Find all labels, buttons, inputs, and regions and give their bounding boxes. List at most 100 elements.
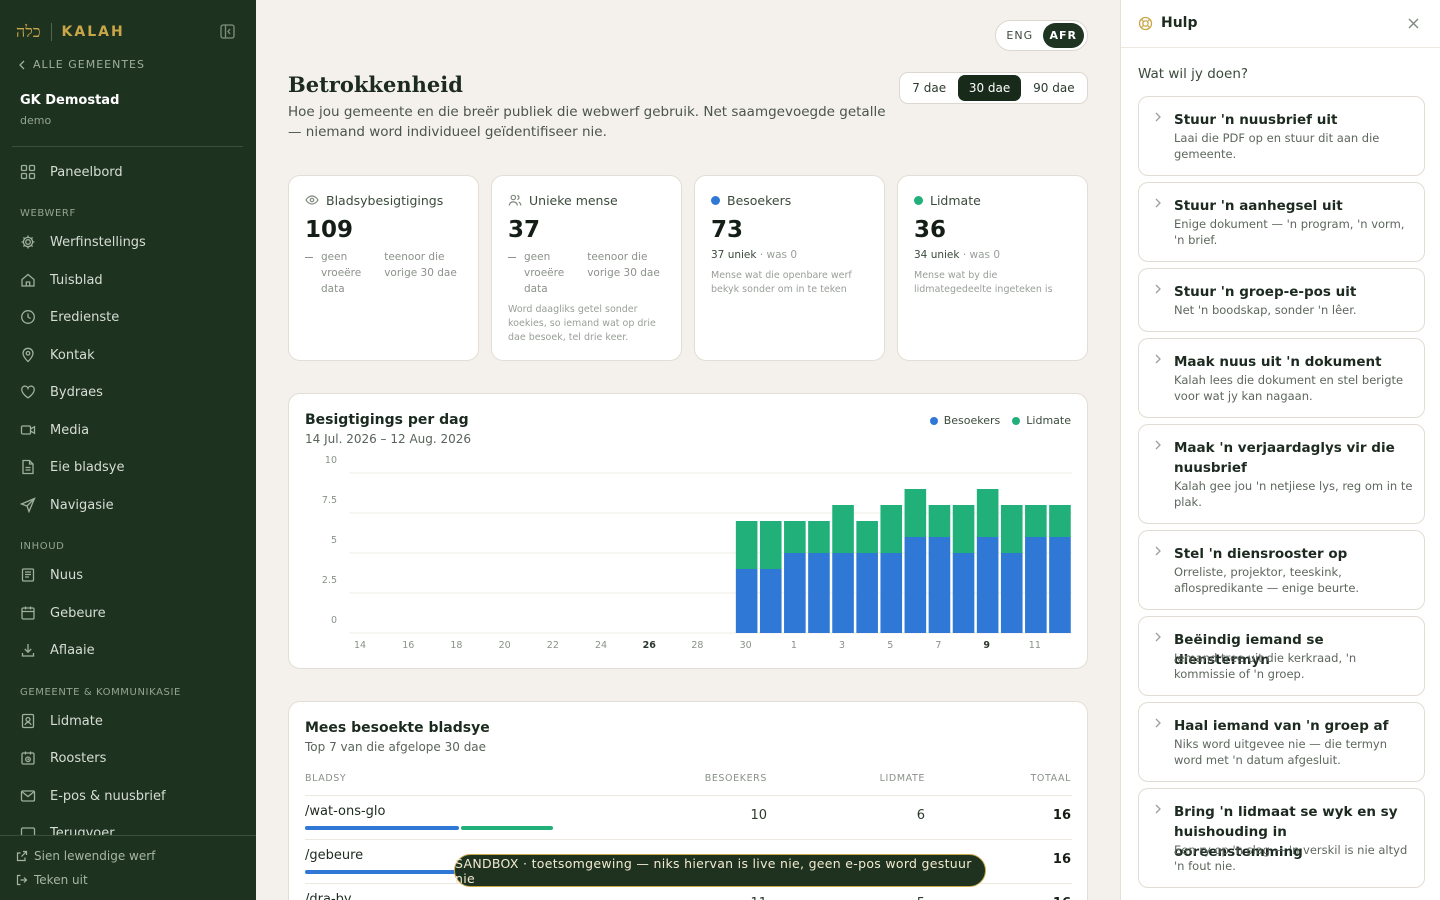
view-live-site-link[interactable]: Sien lewendige werf [16, 849, 155, 863]
bar-members[interactable] [976, 489, 999, 537]
bar-members[interactable] [784, 521, 806, 553]
x-tick-label: 30 [740, 640, 752, 651]
page-path[interactable]: /gebeure [305, 848, 363, 863]
sidebar-item-roosters[interactable]: Roosters [12, 743, 243, 773]
clock-icon [21, 310, 35, 324]
sidebar-item-eie-bladsye[interactable]: Eie bladsye [12, 452, 243, 482]
sidebar-item-epos-nuusbrief[interactable]: E-pos & nuusbrief [12, 781, 243, 811]
bar-members[interactable] [808, 521, 830, 553]
sidebar-item-media[interactable]: Media [12, 415, 243, 445]
chevron-right-icon [1155, 632, 1161, 642]
sidebar-item-werfinstellings[interactable]: Werfinstellings [12, 227, 243, 257]
id-card-icon [21, 713, 35, 729]
download-icon [21, 644, 35, 657]
bar-visitors[interactable] [808, 553, 830, 633]
sidebar-item-label: Roosters [50, 750, 107, 766]
bar-visitors[interactable] [880, 553, 903, 633]
bar-members[interactable] [880, 505, 903, 553]
sidebar-item-aflaaie[interactable]: Aflaaie [12, 635, 243, 665]
top-pages-title: Mees besoekte bladsye [305, 720, 490, 736]
stat-card-unique: Unieke mense 37 geen vroeëre data teenoo… [491, 175, 682, 361]
help-task-card[interactable]: Maak nuus uit 'n dokument Kalah lees die … [1138, 338, 1425, 418]
bar-visitors[interactable] [1025, 537, 1047, 633]
bar-visitors[interactable] [976, 537, 999, 633]
sidebar-item-dashboard[interactable]: Paneelbord [12, 157, 243, 187]
help-task-card[interactable]: Beëindig iemand se dienstermyn Iemand tre… [1138, 616, 1425, 696]
sidebar-item-tuisblad[interactable]: Tuisblad [12, 265, 243, 295]
page-path[interactable]: /dra-by [305, 892, 352, 900]
range-7-days-button[interactable]: 7 dae [902, 75, 956, 101]
stat-no-prior-data: geen vroeëre data [321, 251, 362, 295]
top-pages-subtitle: Top 7 van die afgelope 30 dae [305, 740, 487, 754]
bar-visitors[interactable] [952, 553, 975, 633]
brand-logo[interactable]: כלה KALAH [16, 22, 125, 42]
sidebar-item-label: Gebeure [50, 605, 106, 621]
bar-visitors[interactable] [1000, 553, 1023, 633]
help-task-card[interactable]: Bring 'n lidmaat se wyk en sy huishoudin… [1138, 788, 1425, 888]
sidebar-item-label: Eie bladsye [50, 459, 125, 475]
bar-visitors[interactable] [928, 537, 951, 633]
bar-members[interactable] [1049, 505, 1071, 537]
collapse-sidebar-icon[interactable] [220, 24, 235, 39]
help-task-card[interactable]: Stuur 'n aanhegsel uit Enige dokument — '… [1138, 182, 1425, 262]
lang-afr-button[interactable]: AFR [1042, 23, 1084, 48]
video-icon [20, 425, 36, 435]
bar-visitors[interactable] [735, 569, 758, 633]
bar-members[interactable] [904, 489, 927, 537]
help-task-card[interactable]: Haal iemand van 'n groep af Niks word uit… [1138, 702, 1425, 782]
date-range-selector: 7 dae 30 dae 90 dae [899, 72, 1088, 104]
chevron-right-icon [1155, 440, 1161, 450]
y-tick-label: 7.5 [322, 495, 337, 506]
help-task-card[interactable]: Stel 'n diensrooster op Orreliste, projek… [1138, 530, 1425, 610]
help-task-title: Maak nuus uit 'n dokument [1174, 354, 1382, 370]
help-task-card[interactable]: Maak 'n verjaardaglys vir die nuusbrief K… [1138, 424, 1425, 524]
bar-visitors[interactable] [1049, 537, 1071, 633]
page-path[interactable]: /wat-ons-glo [305, 804, 385, 819]
bar-visitors[interactable] [784, 553, 806, 633]
bar-visitors[interactable] [904, 537, 927, 633]
sidebar-item-lidmate[interactable]: Lidmate [12, 706, 243, 736]
logout-link[interactable]: Teken uit [16, 873, 88, 887]
sidebar-item-label: Navigasie [50, 497, 114, 513]
views-per-day-chart-card: 10 7.5 5 2.5 0 14 16 18 20 22 24 26 28 30 1 3 5 7 9 11 Besi… [288, 393, 1088, 669]
chevron-left-icon [19, 60, 25, 69]
legend-item-visitors: Besoekers [929, 414, 1000, 427]
bar-visitors[interactable] [856, 553, 878, 633]
column-header-page: BLADSY [305, 773, 347, 784]
x-tick-label: 16 [402, 640, 414, 651]
help-task-card[interactable]: Stuur 'n groep-e-pos uit Net 'n boodskap,… [1138, 268, 1425, 332]
sidebar-item-kontak[interactable]: Kontak [12, 340, 243, 370]
sidebar-item-gebeure[interactable]: Gebeure [12, 598, 243, 628]
bar-members[interactable] [1000, 505, 1023, 553]
lang-eng-button[interactable]: ENG [999, 23, 1041, 48]
range-30-days-button[interactable]: 30 dae [958, 75, 1021, 101]
sidebar-item-bydraes[interactable]: Bydraes [12, 377, 243, 407]
gear-icon [21, 235, 35, 249]
sidebar-item-navigasie[interactable]: Navigasie [12, 490, 243, 520]
sidebar-item-eredienste[interactable]: Eredienste [12, 302, 243, 332]
total-count: 16 [1052, 852, 1071, 867]
sidebar: כלה KALAH ALLE GEMEENTES GK Demostad dem… [0, 0, 256, 900]
bar-members[interactable] [832, 505, 854, 553]
bar-visitors[interactable] [759, 569, 782, 633]
close-icon[interactable] [1407, 17, 1420, 30]
help-task-card[interactable]: Stuur 'n nuusbrief uit Laai die PDF op en… [1138, 96, 1425, 176]
bar-members[interactable] [856, 521, 878, 553]
dashboard-icon [20, 164, 36, 180]
bar-members[interactable] [1025, 505, 1047, 537]
range-90-days-button[interactable]: 90 dae [1023, 75, 1085, 101]
x-tick-label: 20 [499, 640, 511, 651]
back-to-congregations-link[interactable]: ALLE GEMEENTES [18, 58, 145, 71]
no-change-dash [508, 249, 516, 297]
bar-members[interactable] [759, 521, 782, 569]
stat-previous: · was 0 [759, 249, 797, 261]
help-task-title: Stuur 'n groep-e-pos uit [1174, 284, 1357, 300]
help-task-description: Orreliste, projektor, teeskink, aflospre… [1174, 565, 1360, 595]
members-count: 5 [917, 896, 925, 900]
sidebar-item-nuus[interactable]: Nuus [12, 560, 243, 590]
bar-members[interactable] [928, 505, 951, 537]
bar-members[interactable] [735, 521, 758, 569]
bar-members[interactable] [952, 505, 975, 553]
org-name: GK Demostad [20, 93, 120, 108]
bar-visitors[interactable] [832, 553, 854, 633]
